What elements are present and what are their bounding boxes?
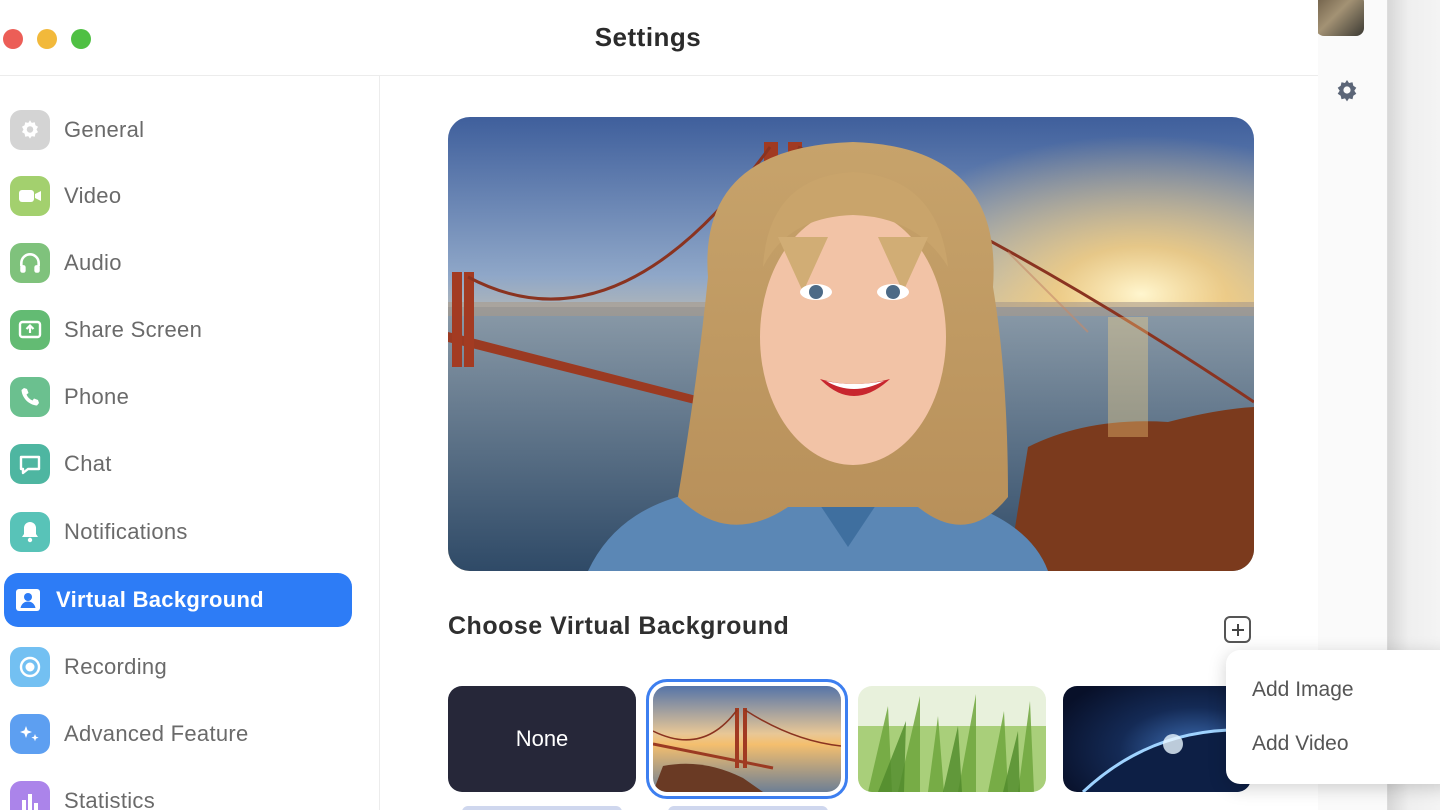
- plus-icon: [1231, 623, 1244, 636]
- sidebar-item-audio[interactable]: Audio: [4, 236, 352, 290]
- share-screen-icon: [10, 310, 50, 350]
- gear-icon[interactable]: [1335, 78, 1359, 102]
- person-portrait-icon: [10, 580, 46, 620]
- background-option-none[interactable]: None: [448, 686, 636, 792]
- screen: Settings General Video Audio Share Scree…: [0, 0, 1440, 810]
- avatar[interactable]: [1316, 0, 1364, 36]
- window-title: Settings: [594, 22, 702, 52]
- headphones-icon: [10, 243, 50, 283]
- sidebar-item-label: Advanced Feature: [64, 721, 249, 746]
- add-image-menu-item[interactable]: Add Image: [1252, 678, 1354, 702]
- add-background-button[interactable]: [1224, 616, 1251, 643]
- sidebar-item-phone[interactable]: Phone: [4, 370, 352, 424]
- section-title: Choose Virtual Background: [448, 612, 790, 640]
- background-option-golden-gate[interactable]: [646, 679, 848, 799]
- more-thumbnails-row: [462, 806, 622, 810]
- settings-window: Settings General Video Audio Share Scree…: [0, 0, 1318, 810]
- sidebar-item-label: General: [64, 117, 145, 142]
- add-background-menu: Add Image Add Video: [1226, 650, 1440, 784]
- sidebar-item-general[interactable]: General: [4, 103, 352, 157]
- sidebar-item-label: Notifications: [64, 519, 188, 544]
- record-icon: [10, 647, 50, 687]
- sidebar-item-chat[interactable]: Chat: [4, 437, 352, 491]
- background-option-earth-space[interactable]: [1063, 686, 1251, 792]
- sidebar-item-statistics[interactable]: Statistics: [4, 774, 352, 810]
- more-thumbnails-row: [668, 806, 828, 810]
- title-bar: Settings: [0, 0, 1318, 76]
- sidebar-item-label: Virtual Background: [56, 587, 264, 612]
- sidebar-item-virtual-background[interactable]: Virtual Background: [4, 573, 352, 627]
- sidebar-item-recording[interactable]: Recording: [4, 640, 352, 694]
- sidebar-item-label: Audio: [64, 250, 122, 275]
- sparkles-icon: [10, 714, 50, 754]
- sidebar-item-label: Phone: [64, 384, 130, 409]
- add-video-menu-item[interactable]: Add Video: [1252, 732, 1349, 756]
- bar-chart-icon: [10, 781, 50, 810]
- sidebar-item-advanced-feature[interactable]: Advanced Feature: [4, 707, 352, 761]
- sidebar-item-label: Share Screen: [64, 317, 203, 342]
- phone-icon: [10, 377, 50, 417]
- sidebar-item-label: Recording: [64, 654, 167, 679]
- background-option-grass[interactable]: [858, 686, 1046, 792]
- video-preview: [448, 117, 1254, 571]
- chat-bubble-icon: [10, 444, 50, 484]
- sidebar-item-label: Video: [64, 183, 122, 208]
- sidebar-item-share-screen[interactable]: Share Screen: [4, 303, 352, 357]
- bell-icon: [10, 512, 50, 552]
- gear-icon: [10, 110, 50, 150]
- sidebar-item-notifications[interactable]: Notifications: [4, 505, 352, 559]
- sidebar-item-label: Statistics: [64, 788, 156, 810]
- thumbnail-label: None: [515, 726, 569, 751]
- settings-sidebar: General Video Audio Share Screen Phone C…: [0, 76, 380, 810]
- sidebar-item-video[interactable]: Video: [4, 169, 352, 223]
- video-camera-icon: [10, 176, 50, 216]
- sidebar-item-label: Chat: [64, 451, 112, 476]
